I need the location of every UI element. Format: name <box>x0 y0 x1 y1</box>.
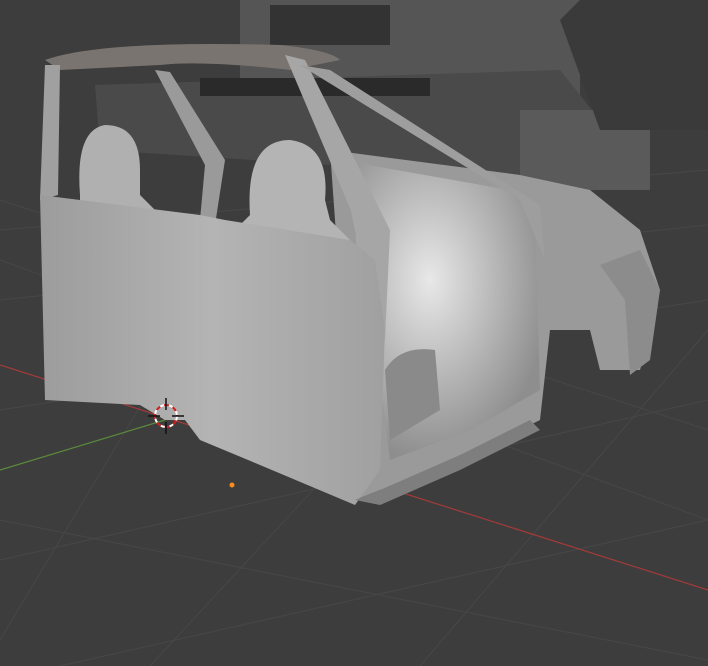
car-door <box>40 195 385 505</box>
left-pillar <box>40 65 60 200</box>
y-axis-line <box>0 419 166 471</box>
viewport-canvas[interactable] <box>0 0 708 666</box>
object-origin-icon[interactable] <box>229 482 235 488</box>
3d-viewport[interactable] <box>0 0 708 666</box>
